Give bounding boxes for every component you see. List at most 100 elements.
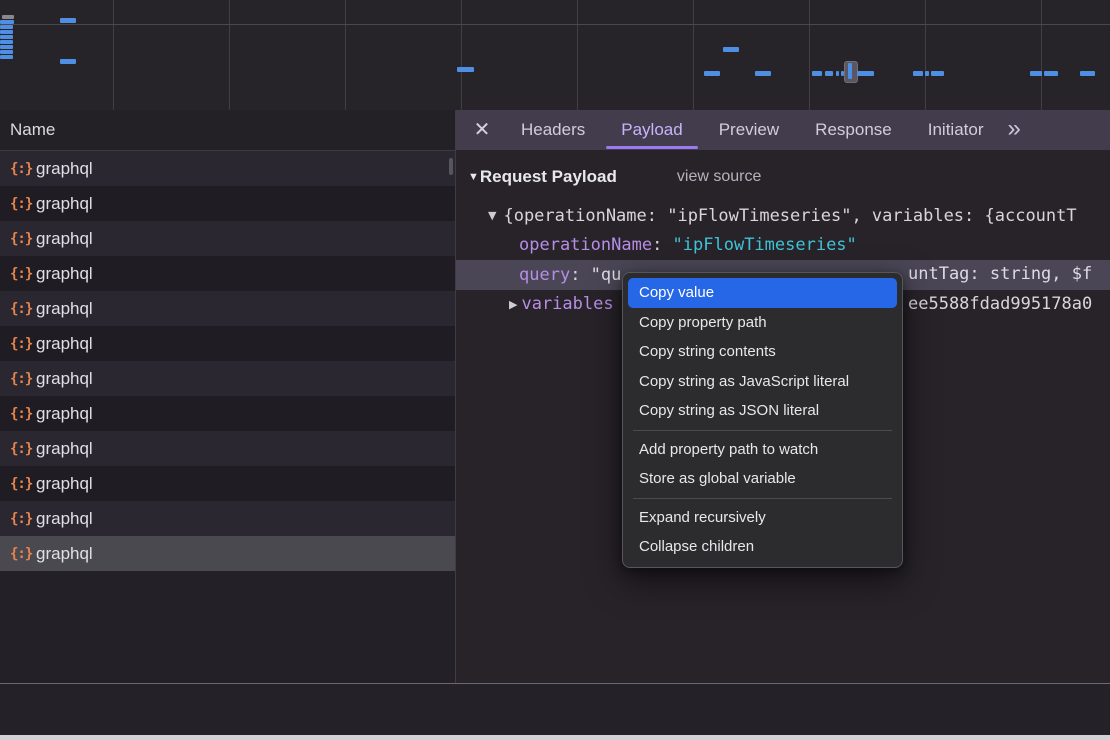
timeline-gridline <box>461 0 462 110</box>
timeline-ruler-line <box>0 24 1110 25</box>
key-value-separator: : <box>570 265 590 285</box>
request-timing-bar <box>0 50 13 54</box>
request-timing-bar <box>825 71 833 76</box>
request-row[interactable]: {:}graphql <box>0 431 455 466</box>
request-name-label: graphql <box>36 439 93 459</box>
view-source-link[interactable]: view source <box>677 168 761 186</box>
request-timing-bar <box>812 71 822 76</box>
request-payload-section-header[interactable]: ▼ Request Payload view source <box>468 162 761 192</box>
json-braces-icon: {:} <box>10 161 36 177</box>
property-value-fragment-right: untTag: string, $f <box>908 260 1092 290</box>
request-row[interactable]: {:}graphql <box>0 291 455 326</box>
request-row-selected[interactable]: {:}graphql <box>0 536 455 571</box>
json-braces-icon: {:} <box>10 441 36 457</box>
request-name-label: graphql <box>36 194 93 214</box>
expand-triangle-icon[interactable]: ▶ <box>509 298 517 311</box>
request-name-label: graphql <box>36 509 93 529</box>
request-timing-bar <box>848 63 852 79</box>
request-name-label: graphql <box>36 369 93 389</box>
timeline-gridline <box>229 0 230 110</box>
json-braces-icon: {:} <box>10 301 36 317</box>
json-braces-icon: {:} <box>10 406 36 422</box>
request-timing-bar <box>704 71 720 76</box>
menu-item-add-property-path-to-watch[interactable]: Add property path to watch <box>628 435 897 465</box>
scrollbar-thumb[interactable] <box>449 158 453 175</box>
request-timing-bar <box>1044 71 1058 76</box>
tab-response[interactable]: Response <box>800 110 907 150</box>
timeline-gridline <box>577 0 578 110</box>
timeline-gridline <box>345 0 346 110</box>
request-timing-bar <box>1030 71 1042 76</box>
request-name-label: graphql <box>36 474 93 494</box>
request-timing-bar <box>925 71 929 76</box>
request-row[interactable]: {:}graphql <box>0 326 455 361</box>
request-timing-bar <box>857 71 874 76</box>
json-braces-icon: {:} <box>10 511 36 527</box>
object-preview-text: {operationName: "ipFlowTimeseries", vari… <box>503 206 1076 226</box>
request-name-label: graphql <box>36 544 93 564</box>
tree-row-root-preview[interactable]: ▼ {operationName: "ipFlowTimeseries", var… <box>456 201 1110 231</box>
details-tabbar: ✕ HeadersPayloadPreviewResponseInitiator… <box>456 110 1110 150</box>
menu-item-copy-value[interactable]: Copy value <box>628 278 897 308</box>
json-braces-icon: {:} <box>10 371 36 387</box>
json-braces-icon: {:} <box>10 231 36 247</box>
json-braces-icon: {:} <box>10 196 36 212</box>
request-row[interactable]: {:}graphql <box>0 221 455 256</box>
request-timing-bar <box>723 47 739 52</box>
request-timing-bar <box>457 67 474 72</box>
request-row[interactable]: {:}graphql <box>0 256 455 291</box>
property-value-fragment-left: "qu <box>591 265 622 285</box>
request-timing-bar <box>913 71 923 76</box>
menu-item-collapse-children[interactable]: Collapse children <box>628 532 897 562</box>
request-timing-bar <box>755 71 771 76</box>
collapse-triangle-icon[interactable]: ▼ <box>468 171 479 183</box>
tab-initiator[interactable]: Initiator <box>913 110 999 150</box>
close-icon[interactable]: ✕ <box>469 110 495 150</box>
more-tabs-icon[interactable]: » <box>1007 110 1018 150</box>
menu-item-copy-string-as-json-literal[interactable]: Copy string as JSON literal <box>628 396 897 426</box>
menu-item-copy-string-as-javascript-literal[interactable]: Copy string as JavaScript literal <box>628 367 897 397</box>
devtools-network-panel: Name {:}graphql{:}graphql{:}graphql{:}gr… <box>0 0 1110 740</box>
tab-headers[interactable]: Headers <box>506 110 600 150</box>
request-timing-bar <box>0 55 13 59</box>
property-value-string: "ipFlowTimeseries" <box>673 235 857 255</box>
json-braces-icon: {:} <box>10 476 36 492</box>
timeline-gridline <box>1041 0 1042 110</box>
json-braces-icon: {:} <box>10 336 36 352</box>
section-title: Request Payload <box>480 167 617 187</box>
request-row[interactable]: {:}graphql <box>0 501 455 536</box>
requests-rows: {:}graphql{:}graphql{:}graphql{:}graphql… <box>0 151 455 571</box>
request-name-label: graphql <box>36 299 93 319</box>
property-key: query <box>519 265 570 285</box>
request-name-label: graphql <box>36 404 93 424</box>
request-timing-bar <box>0 35 13 39</box>
request-timing-bar <box>0 25 13 29</box>
name-column-header[interactable]: Name <box>0 110 455 151</box>
request-timing-bar <box>2 15 14 19</box>
menu-item-copy-string-contents[interactable]: Copy string contents <box>628 337 897 367</box>
request-timing-bar <box>931 71 944 76</box>
request-row[interactable]: {:}graphql <box>0 186 455 221</box>
status-footer <box>0 683 1110 736</box>
menu-item-expand-recursively[interactable]: Expand recursively <box>628 503 897 533</box>
timeline-gridline <box>113 0 114 110</box>
menu-separator <box>633 430 892 431</box>
tab-payload[interactable]: Payload <box>606 110 697 150</box>
property-key: variables <box>521 294 613 314</box>
request-name-label: graphql <box>36 264 93 284</box>
tree-row-operation-name[interactable]: operationName: "ipFlowTimeseries" <box>456 231 1110 261</box>
tab-preview[interactable]: Preview <box>704 110 794 150</box>
context-menu: Copy valueCopy property pathCopy string … <box>622 272 903 568</box>
menu-item-store-as-global-variable[interactable]: Store as global variable <box>628 464 897 494</box>
request-row[interactable]: {:}graphql <box>0 151 455 186</box>
json-braces-icon: {:} <box>10 546 36 562</box>
request-row[interactable]: {:}graphql <box>0 361 455 396</box>
request-row[interactable]: {:}graphql <box>0 466 455 501</box>
requests-table: Name {:}graphql{:}graphql{:}graphql{:}gr… <box>0 110 455 683</box>
network-overview-timeline[interactable] <box>0 0 1110 111</box>
menu-item-copy-property-path[interactable]: Copy property path <box>628 308 897 338</box>
menu-separator <box>633 498 892 499</box>
timeline-gridline <box>693 0 694 110</box>
request-row[interactable]: {:}graphql <box>0 396 455 431</box>
collapse-triangle-icon[interactable]: ▼ <box>488 209 496 222</box>
